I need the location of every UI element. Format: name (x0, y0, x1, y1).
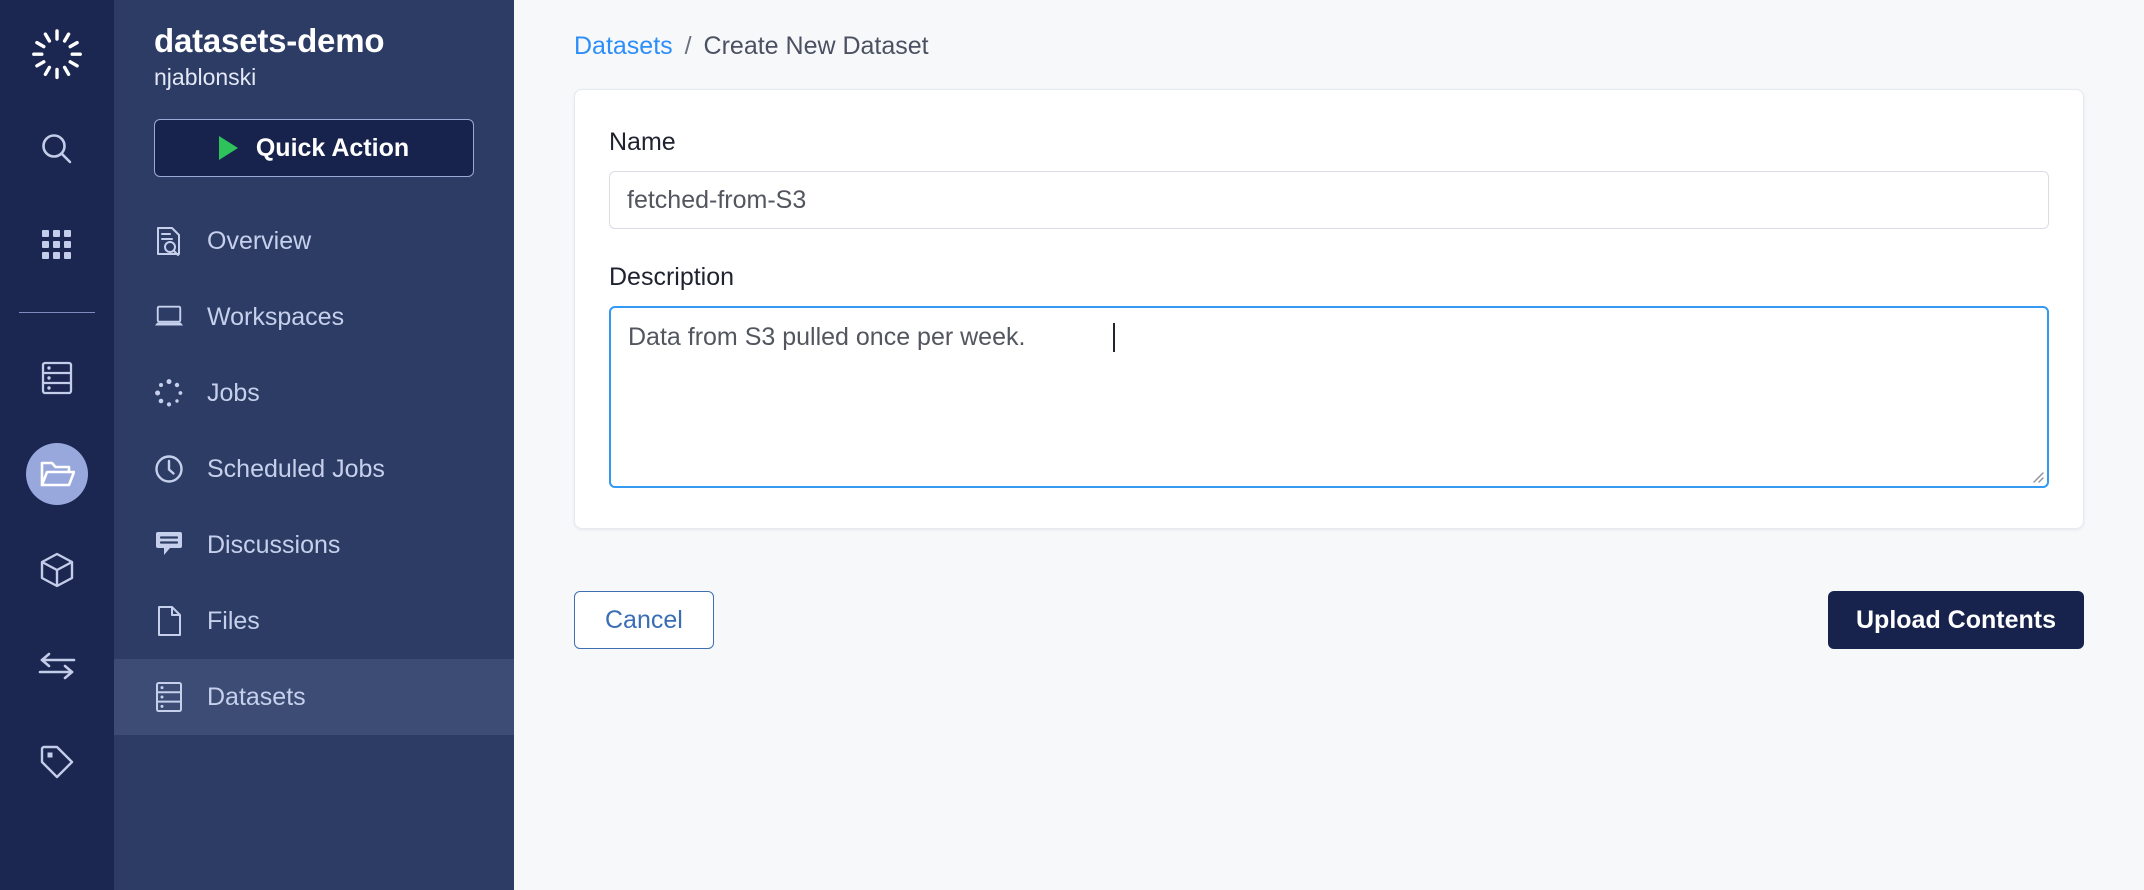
breadcrumb-link-datasets[interactable]: Datasets (574, 32, 673, 60)
sidebar-item-files[interactable]: Files (114, 583, 514, 659)
server-icon[interactable] (26, 347, 88, 409)
sidebar-item-label: Workspaces (207, 302, 345, 331)
global-icon-rail (0, 0, 114, 890)
cube-icon[interactable] (26, 539, 88, 601)
cancel-button[interactable]: Cancel (574, 591, 714, 649)
description-textarea-wrapper (609, 306, 2049, 488)
sidebar-item-label: Discussions (207, 530, 341, 559)
clock-icon (154, 454, 184, 484)
rail-divider (19, 312, 95, 313)
breadcrumb-separator: / (684, 32, 692, 60)
project-sidebar: datasets-demo njablonski Quick Action Ov… (114, 0, 514, 890)
quick-action-label: Quick Action (255, 133, 410, 162)
datasets-stack-icon (154, 682, 184, 712)
grid-apps-icon[interactable] (26, 214, 88, 276)
project-owner: njablonski (154, 64, 257, 90)
spinner-dots-icon (154, 378, 184, 408)
form-actions: Cancel Upload Contents (574, 591, 2084, 649)
dataset-description-textarea[interactable] (609, 306, 2049, 488)
quick-action-button[interactable]: Quick Action (154, 119, 474, 177)
laptop-icon (154, 302, 184, 332)
file-icon (154, 606, 184, 636)
transfer-arrows-icon[interactable] (26, 635, 88, 697)
sidebar-item-scheduled-jobs[interactable]: Scheduled Jobs (114, 431, 514, 507)
create-dataset-card: Name Description (574, 89, 2084, 529)
sidebar-item-discussions[interactable]: Discussions (114, 507, 514, 583)
search-icon[interactable] (26, 118, 88, 180)
description-field-label: Description (609, 263, 735, 291)
document-search-icon (154, 226, 184, 256)
sidebar-item-label: Datasets (207, 682, 306, 711)
sidebar-item-label: Jobs (207, 378, 260, 407)
text-caret (1113, 323, 1115, 352)
sidebar-item-label: Scheduled Jobs (207, 454, 385, 483)
sidebar-item-workspaces[interactable]: Workspaces (114, 279, 514, 355)
name-field-label: Name (609, 128, 676, 156)
dataset-name-input[interactable] (609, 171, 2049, 229)
sidebar-item-datasets[interactable]: Datasets (114, 659, 514, 735)
tag-icon[interactable] (26, 731, 88, 793)
sidebar-item-jobs[interactable]: Jobs (114, 355, 514, 431)
app-root: datasets-demo njablonski Quick Action Ov… (0, 0, 2144, 890)
field-spacer (609, 229, 2049, 263)
breadcrumb: Datasets / Create New Dataset (574, 32, 2084, 61)
domino-logo-icon[interactable] (22, 18, 92, 88)
upload-contents-button[interactable]: Upload Contents (1828, 591, 2084, 649)
project-title: datasets-demo (154, 22, 385, 59)
chat-bubble-icon (154, 530, 184, 560)
play-icon (218, 136, 238, 160)
sidebar-item-label: Overview (207, 226, 312, 255)
sidebar-item-label: Files (207, 606, 260, 635)
sidebar-item-overview[interactable]: Overview (114, 203, 514, 279)
main-content: Datasets / Create New Dataset Name Descr… (514, 0, 2144, 890)
folder-open-icon[interactable] (26, 443, 88, 505)
breadcrumb-current: Create New Dataset (703, 32, 929, 60)
